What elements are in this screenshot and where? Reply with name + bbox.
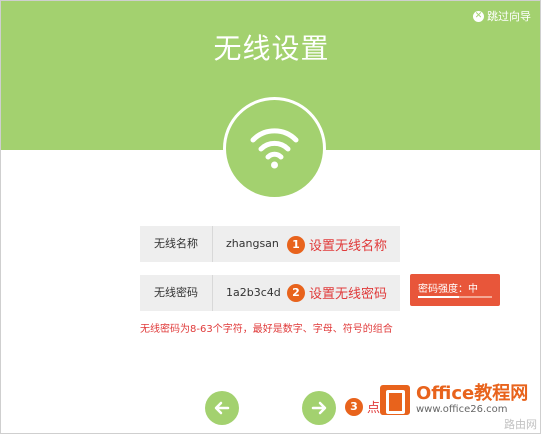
step-2-text: 设置无线密码 <box>309 287 388 302</box>
skip-wizard-button[interactable]: ✕ 跳过向导 <box>473 8 531 24</box>
step-3-text: 点 <box>367 401 381 416</box>
watermark-title: Office教程网 <box>416 383 529 404</box>
step-1-text: 设置无线名称 <box>309 239 388 254</box>
step-1-number: 1 <box>287 235 305 254</box>
password-strength-fill <box>418 296 459 298</box>
page-title: 无线设置 <box>213 32 330 65</box>
wifi-icon <box>250 128 299 169</box>
step-2-annotation: 2 设置无线密码 <box>287 283 387 302</box>
password-strength-tooltip: 密码强度：中 <box>410 274 500 306</box>
step-3-number: 3 <box>345 397 363 416</box>
step-2-number: 2 <box>287 283 305 302</box>
office-watermark: Office教程网 www.office26.com <box>380 384 528 416</box>
password-strength-track <box>418 296 492 298</box>
wireless-name-label: 无线名称 <box>140 226 213 262</box>
step-3-annotation: 3 点 <box>345 397 380 416</box>
wireless-password-label: 无线密码 <box>140 275 213 311</box>
step-1-annotation: 1 设置无线名称 <box>287 235 387 254</box>
wifi-badge <box>223 97 326 200</box>
office-logo-icon <box>380 385 410 415</box>
watermark-corner: 路由网 <box>504 418 537 431</box>
wireless-name-input[interactable]: zhangsan <box>226 226 279 262</box>
skip-wizard-label: 跳过向导 <box>487 10 531 23</box>
previous-button[interactable] <box>205 391 239 425</box>
password-hint: 无线密码为8-63个字符，最好是数字、字母、符号的组合 <box>140 324 393 335</box>
watermark-url: www.office26.com <box>416 404 508 415</box>
wireless-password-input[interactable]: 1a2b3c4d <box>226 275 281 311</box>
close-icon: ✕ <box>473 10 484 22</box>
password-strength-label: 密码强度：中 <box>418 284 478 295</box>
arrow-left-icon <box>214 401 230 415</box>
next-button[interactable] <box>302 391 336 425</box>
arrow-right-icon <box>311 401 327 415</box>
